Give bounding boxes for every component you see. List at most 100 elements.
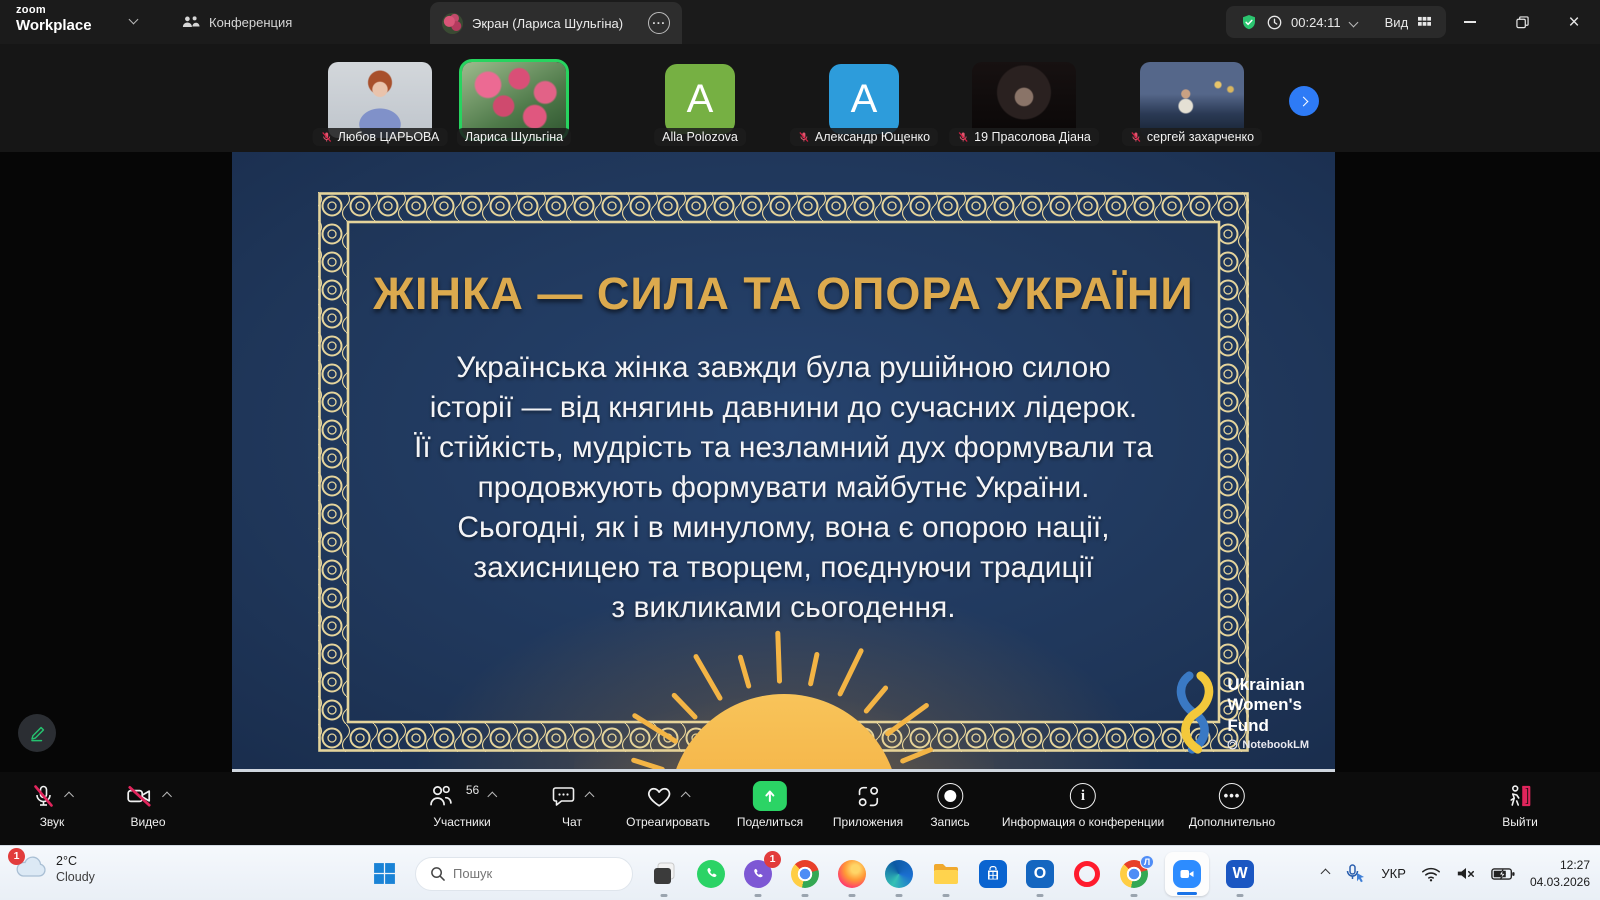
security-shield-icon[interactable] — [1240, 13, 1258, 32]
heart-icon — [647, 784, 673, 808]
system-tray: УКР 12:27 04.03.2026 — [1322, 846, 1590, 900]
meeting-toolbar: Звук Видео 56 Участники Чат — [0, 772, 1600, 845]
meeting-info-button[interactable]: i Информация о конференции — [1002, 780, 1164, 829]
start-button[interactable] — [368, 858, 400, 890]
letter-avatar: A — [829, 64, 899, 134]
chat-chevron-icon[interactable] — [585, 791, 595, 801]
language-indicator[interactable]: УКР — [1381, 866, 1406, 881]
restore-button[interactable] — [1496, 0, 1548, 44]
participant-tile[interactable]: 19 Прасолова Діана — [972, 62, 1076, 138]
slide-body-text: Українська жінка завжди була рушійною си… — [232, 348, 1335, 628]
audio-options-chevron-icon[interactable] — [64, 791, 74, 801]
muted-mic-icon — [32, 783, 56, 809]
file-explorer-icon[interactable] — [930, 858, 962, 890]
participants-button[interactable]: 56 Участники — [428, 780, 496, 829]
react-button[interactable]: Отреагировать — [626, 780, 710, 829]
view-layout-icon[interactable] — [1417, 16, 1432, 29]
timer-chevron-down-icon[interactable] — [1348, 17, 1358, 27]
participant-name-label: Лариса Шульгіна — [457, 128, 571, 146]
whatsapp-icon[interactable] — [695, 858, 727, 890]
close-button[interactable]: × — [1548, 0, 1600, 44]
people-icon — [182, 15, 200, 29]
participant-video — [1140, 62, 1244, 138]
view-button-label: Вид — [1385, 15, 1409, 30]
react-label: Отреагировать — [626, 815, 710, 829]
zoom-app-icon[interactable] — [1165, 852, 1209, 896]
word-icon[interactable]: W — [1224, 858, 1256, 890]
viber-badge: 1 — [764, 851, 781, 868]
tab-thumbnail-avatar — [442, 13, 463, 34]
apps-icon — [856, 784, 881, 809]
battery-charging-icon[interactable] — [1491, 867, 1515, 881]
chrome-profile-icon[interactable]: Л — [1118, 858, 1150, 890]
tray-time: 12:27 — [1530, 857, 1590, 873]
next-participants-button[interactable] — [1289, 86, 1319, 116]
participant-tile[interactable]: A 19 Прасолова Діана Александр Ющенко — [812, 62, 916, 138]
mic-cursor-tray-icon[interactable] — [1344, 864, 1366, 884]
tab-screen-label: Экран (Лариса Шульгіна) — [472, 16, 623, 31]
weather-widget[interactable]: 1 2°C Cloudy — [14, 853, 95, 886]
body-line: Її стійкість, мудрість та незламний дух … — [232, 428, 1335, 468]
participant-tile[interactable]: сергей захарченко — [1140, 62, 1244, 138]
firefox-icon[interactable] — [836, 858, 868, 890]
participant-video — [972, 62, 1076, 138]
muted-mic-icon — [1130, 131, 1142, 143]
wifi-icon[interactable] — [1421, 866, 1441, 882]
participant-name-label: 19 Прасолова Діана Александр Ющенко — [790, 128, 938, 146]
record-label: Запись — [930, 815, 969, 829]
tray-expand-chevron-icon[interactable] — [1321, 869, 1331, 879]
apps-button[interactable]: Приложения — [833, 780, 903, 829]
participants-chevron-icon[interactable] — [488, 791, 498, 801]
volume-muted-icon[interactable] — [1456, 865, 1476, 882]
participants-icon — [428, 784, 454, 808]
body-line: Сьогодні, як і в минулому, вона є опорою… — [232, 508, 1335, 548]
participant-tile[interactable]: Любов ЦАРЬОВА — [328, 62, 432, 138]
info-label: Информация о конференции — [1002, 815, 1164, 829]
leave-meeting-icon — [1506, 783, 1534, 809]
annotate-button[interactable] — [18, 714, 56, 752]
chat-button[interactable]: Чат — [551, 780, 593, 829]
notebooklm-label: NotebookLM — [1242, 739, 1309, 751]
video-button[interactable]: Видео — [126, 780, 171, 829]
stacked-windows-icon[interactable] — [648, 858, 680, 890]
tab-conference[interactable]: Конференция — [172, 0, 302, 44]
participant-tile-active-speaker[interactable]: Лариса Шульгіна — [462, 62, 566, 138]
video-label: Видео — [130, 815, 165, 829]
chrome-icon[interactable] — [789, 858, 821, 890]
leave-label: Выйти — [1502, 815, 1538, 829]
record-button[interactable]: Запись — [930, 780, 969, 829]
search-input[interactable] — [453, 866, 603, 881]
opera-icon[interactable] — [1071, 858, 1103, 890]
window-controls: × — [1444, 0, 1600, 44]
notification-badge: 1 — [8, 848, 25, 865]
participant-tile[interactable]: A Alla Polozova — [648, 62, 752, 138]
taskbar-center: 1 O Л — [368, 846, 1256, 900]
taskbar-search[interactable] — [415, 857, 633, 891]
react-chevron-icon[interactable] — [681, 791, 691, 801]
edge-icon[interactable] — [883, 858, 915, 890]
viber-icon[interactable]: 1 — [742, 858, 774, 890]
info-icon: i — [1070, 783, 1096, 809]
logo-line-3: Fund — [1227, 716, 1309, 736]
share-screen-button[interactable]: Поделиться — [737, 780, 803, 829]
chat-label: Чат — [562, 815, 582, 829]
tab-more-icon[interactable]: ··· — [648, 12, 670, 34]
outlook-icon[interactable]: O — [1024, 858, 1056, 890]
workspace-chevron-down-icon[interactable] — [129, 15, 139, 25]
notebooklm-icon — [1227, 739, 1238, 750]
participant-video — [328, 62, 432, 138]
muted-mic-icon — [957, 131, 969, 143]
shared-screen-stage: ЖІНКА — СИЛА ТА ОПОРА УКРАЇНИ Українська… — [0, 152, 1600, 772]
tab-screen-share[interactable]: Экран (Лариса Шульгіна) ··· — [430, 2, 682, 44]
body-line: історії — від княгинь давнини до сучасни… — [232, 388, 1335, 428]
microsoft-store-icon[interactable] — [977, 858, 1009, 890]
clock-widget[interactable]: 12:27 04.03.2026 — [1530, 857, 1590, 889]
minimize-button[interactable] — [1444, 0, 1496, 44]
video-options-chevron-icon[interactable] — [162, 791, 172, 801]
audio-button[interactable]: Звук — [32, 780, 73, 829]
leave-button[interactable]: Выйти — [1502, 780, 1538, 829]
muted-mic-icon — [798, 131, 810, 143]
chrome-profile-badge: Л — [1140, 855, 1154, 869]
audio-label: Звук — [40, 815, 65, 829]
more-button[interactable]: ••• Дополнительно — [1189, 780, 1275, 829]
